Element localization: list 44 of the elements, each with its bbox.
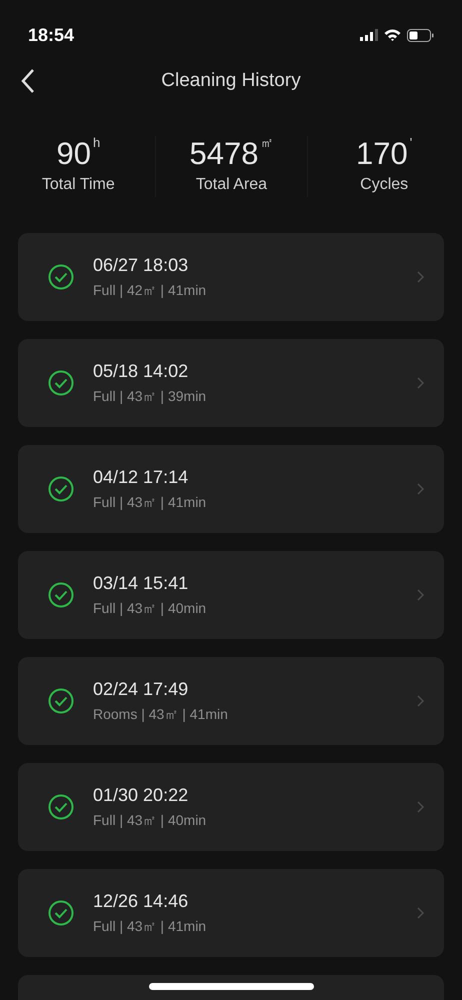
- status-time: 18:54: [28, 24, 74, 46]
- stat-unit: h: [92, 136, 100, 150]
- record-datetime: 01/30 20:22: [93, 784, 190, 807]
- record-datetime: 04/12 17:14: [93, 466, 190, 489]
- back-button[interactable]: [20, 68, 36, 94]
- record-datetime: 05/18 14:02: [93, 360, 190, 383]
- history-record[interactable]: 06/27 18:03 Full | 42㎡ | 41min: [18, 233, 444, 321]
- record-datetime: 03/14 15:41: [93, 572, 190, 595]
- chevron-right-icon: [417, 589, 424, 601]
- stat-value: 170: [356, 136, 408, 172]
- record-details: Full | 43㎡ | 41min: [93, 917, 208, 936]
- record-datetime: 12/26 14:46: [93, 890, 190, 913]
- history-record[interactable]: 12/26 14:46 Full | 43㎡ | 41min: [18, 869, 444, 957]
- history-record[interactable]: 01/30 20:22 Full | 43㎡ | 40min: [18, 763, 444, 851]
- record-details: Full | 42㎡ | 41min: [93, 281, 208, 300]
- history-record[interactable]: 03/14 15:41 Full | 43㎡ | 40min: [18, 551, 444, 639]
- page-title: Cleaning History: [161, 68, 301, 93]
- record-details: Full | 43㎡ | 40min: [93, 811, 208, 830]
- stat-label: Total Area: [196, 175, 268, 195]
- history-record[interactable]: 05/18 14:02 Full | 43㎡ | 39min: [18, 339, 444, 427]
- record-details: Full | 43㎡ | 39min: [93, 387, 208, 406]
- wifi-icon: [384, 29, 401, 41]
- history-record[interactable]: 04/12 17:14 Full | 43㎡ | 41min: [18, 445, 444, 533]
- chevron-right-icon: [417, 907, 424, 919]
- chevron-right-icon: [417, 271, 424, 283]
- chevron-right-icon: [417, 377, 424, 389]
- record-details: Rooms | 43㎡ | 41min: [93, 705, 229, 724]
- stat-label: Cycles: [360, 175, 408, 195]
- record-details: Full | 43㎡ | 41min: [93, 493, 208, 512]
- battery-icon: [407, 28, 434, 42]
- chevron-right-icon: [417, 801, 424, 813]
- record-details: Full | 43㎡ | 40min: [93, 599, 208, 618]
- history-record[interactable]: 02/24 17:49 Rooms | 43㎡ | 41min: [18, 657, 444, 745]
- record-datetime: 02/24 17:49: [93, 678, 190, 701]
- back-icon: [20, 68, 36, 94]
- signal-icon: [360, 29, 378, 41]
- record-datetime: 06/27 18:03: [93, 254, 190, 277]
- stat-label: Total Time: [42, 175, 115, 195]
- chevron-right-icon: [417, 695, 424, 707]
- stat-value: 5478: [190, 136, 258, 172]
- stat-value: 90: [56, 136, 91, 172]
- chevron-right-icon: [417, 483, 424, 495]
- stat-unit: ㎡: [260, 136, 274, 150]
- stat-unit: ': [410, 136, 412, 150]
